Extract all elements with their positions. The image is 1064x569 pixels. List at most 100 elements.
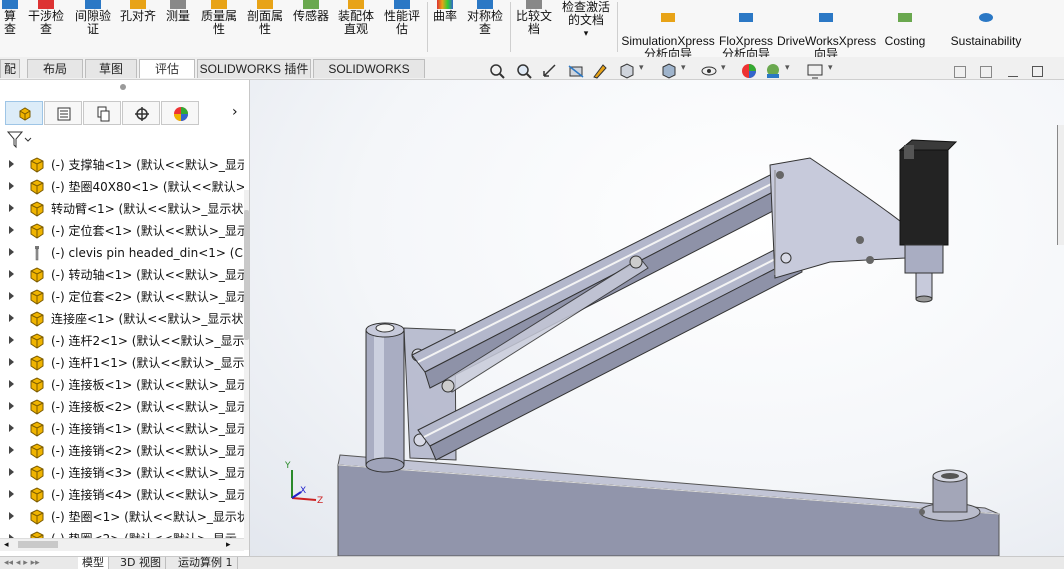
- expand-arrow-icon[interactable]: [9, 402, 14, 410]
- dropdown-arrow-icon[interactable]: ▾: [721, 63, 726, 73]
- dynamic-annotation-icon[interactable]: [591, 62, 609, 80]
- tree-item[interactable]: (-) 连接销<2> (默认<<默认>_显示: [0, 440, 244, 462]
- first-tab-icon[interactable]: ◂◂ ◂ ▸ ▸▸: [4, 557, 40, 569]
- tree-item[interactable]: (-) 连杆1<1> (默认<<默认>_显示: [0, 352, 244, 374]
- tree-item[interactable]: (-) 连接销<3> (默认<<默认>_显示: [0, 462, 244, 484]
- curvature-button[interactable]: 曲率: [430, 0, 460, 56]
- tree-item[interactable]: (-) 支撑轴<1> (默认<<默认>_显示: [0, 154, 244, 176]
- clearance-verification-button[interactable]: 间隙验 证: [71, 0, 115, 56]
- restore-window-icon[interactable]: [1032, 66, 1043, 77]
- dropdown-arrow-icon[interactable]: ▾: [558, 29, 614, 39]
- tab-configuration-manager[interactable]: [83, 101, 121, 125]
- dropdown-arrow-icon[interactable]: ▾: [828, 63, 833, 73]
- tab-layout[interactable]: 布局: [27, 59, 83, 78]
- display-style-icon[interactable]: [660, 62, 678, 80]
- ribbon-button-calc-check[interactable]: 算 查: [0, 0, 20, 56]
- expand-arrow-icon[interactable]: [9, 270, 14, 278]
- section-view-icon[interactable]: [567, 62, 585, 80]
- costing-button[interactable]: Costing: [879, 0, 931, 48]
- tab-model[interactable]: 模型: [78, 557, 109, 569]
- expand-arrow-icon[interactable]: [9, 358, 14, 366]
- dropdown-arrow-icon[interactable]: ▾: [785, 63, 790, 73]
- tab-assembly[interactable]: 配体: [0, 59, 20, 95]
- tab-display-manager[interactable]: [161, 101, 199, 125]
- section-properties-button[interactable]: 剖面属 性: [243, 0, 287, 56]
- previous-view-icon[interactable]: [541, 62, 559, 80]
- tree-item[interactable]: 转动臂<1> (默认<<默认>_显示状: [0, 198, 244, 220]
- tab-sketch[interactable]: 草图: [85, 59, 137, 78]
- task-pane-tab[interactable]: [1057, 125, 1064, 245]
- tree-item[interactable]: (-) 连接板<1> (默认<<默认>_显示: [0, 374, 244, 396]
- zoom-to-area-icon[interactable]: [515, 62, 533, 80]
- tab-evaluate[interactable]: 评估: [139, 59, 195, 78]
- tab-motion-study-1[interactable]: 运动算例 1: [174, 557, 238, 569]
- scroll-left-icon[interactable]: ◂: [4, 539, 9, 551]
- mass-properties-button[interactable]: 质量属 性: [197, 0, 241, 56]
- chevron-right-icon[interactable]: ›: [232, 104, 238, 120]
- expand-arrow-icon[interactable]: [9, 380, 14, 388]
- tree-item[interactable]: (-) 连杆2<1> (默认<<默认>_显示: [0, 330, 244, 352]
- tree-item[interactable]: (-) 定位套<2> (默认<<默认>_显示: [0, 286, 244, 308]
- scroll-right-icon[interactable]: ▸: [226, 539, 231, 551]
- pin-part-icon: [28, 245, 46, 261]
- tab-solidworks-mbd[interactable]: SOLIDWORKS MBD: [313, 59, 425, 95]
- panel-grip-dot[interactable]: [120, 84, 126, 90]
- tree-item[interactable]: (-) 垫圈40X80<1> (默认<<默认>: [0, 176, 244, 198]
- driveworksxpress-button[interactable]: DriveWorksXpress 向导: [777, 0, 876, 61]
- sensor-button[interactable]: 传感器: [289, 0, 333, 56]
- tree-item[interactable]: (-) 定位套<1> (默认<<默认>_显示: [0, 220, 244, 242]
- assembly-visualization-button[interactable]: 装配体 直观: [334, 0, 378, 56]
- dropdown-arrow-icon[interactable]: ▾: [681, 63, 686, 73]
- view-orientation-icon[interactable]: [618, 62, 636, 80]
- expand-arrow-icon[interactable]: [9, 468, 14, 476]
- check-active-document-button[interactable]: 检查激活 的文档 ▾: [558, 0, 614, 56]
- expand-arrow-icon[interactable]: [9, 182, 14, 190]
- minimize-window-icon[interactable]: [1008, 76, 1018, 77]
- expand-arrow-icon[interactable]: [9, 160, 14, 168]
- tree-item[interactable]: (-) 连接销<4> (默认<<默认>_显示: [0, 484, 244, 506]
- hole-alignment-button[interactable]: 孔对齐: [118, 0, 158, 56]
- sustainability-button[interactable]: Sustainability: [946, 0, 1026, 48]
- tree-item[interactable]: (-) 垫圈<1> (默认<<默认>_显示状: [0, 506, 244, 528]
- tree-scroll-thumb[interactable]: [244, 210, 249, 340]
- tab-dimxpert-manager[interactable]: [122, 101, 160, 125]
- tile-left-icon[interactable]: [954, 66, 966, 78]
- expand-arrow-icon[interactable]: [9, 204, 14, 212]
- expand-arrow-icon[interactable]: [9, 292, 14, 300]
- symmetry-check-button[interactable]: 对称检 查: [463, 0, 507, 56]
- expand-arrow-icon[interactable]: [9, 446, 14, 454]
- compare-documents-button[interactable]: 比较文 档: [513, 0, 555, 56]
- performance-evaluation-button[interactable]: 性能评 估: [380, 0, 424, 56]
- tree-item[interactable]: (-) 连接销<1> (默认<<默认>_显示: [0, 418, 244, 440]
- simulationxpress-button[interactable]: SimulationXpress 分析向导: [620, 0, 716, 61]
- tree-item[interactable]: (-) clevis pin headed_din<1> (C: [0, 242, 244, 264]
- expand-arrow-icon[interactable]: [9, 226, 14, 234]
- expand-arrow-icon[interactable]: [9, 424, 14, 432]
- filter-button[interactable]: [6, 130, 32, 150]
- tab-3d-views[interactable]: 3D 视图: [116, 557, 166, 569]
- expand-arrow-icon[interactable]: [9, 512, 14, 520]
- expand-arrow-icon[interactable]: [9, 314, 14, 322]
- dropdown-arrow-icon[interactable]: ▾: [639, 63, 644, 73]
- expand-arrow-icon[interactable]: [9, 248, 14, 256]
- horizontal-scroll-thumb[interactable]: [18, 541, 58, 548]
- floxpress-button[interactable]: FloXpress 分析向导: [718, 0, 774, 61]
- hide-show-items-icon[interactable]: [700, 62, 718, 80]
- tree-horizontal-scrollbar[interactable]: ◂ ▸: [0, 538, 244, 551]
- apply-scene-icon[interactable]: [764, 62, 782, 80]
- edit-appearance-icon[interactable]: [740, 62, 758, 80]
- graphics-area[interactable]: Y Z X: [250, 80, 1064, 556]
- tree-item[interactable]: (-) 连接板<2> (默认<<默认>_显示: [0, 396, 244, 418]
- expand-arrow-icon[interactable]: [9, 490, 14, 498]
- zoom-to-fit-icon[interactable]: [488, 62, 506, 80]
- tab-feature-manager[interactable]: [5, 101, 43, 125]
- tab-property-manager[interactable]: [44, 101, 82, 125]
- interference-detection-button[interactable]: 干涉检 查: [24, 0, 68, 56]
- tab-solidworks-addins[interactable]: SOLIDWORKS 插件: [197, 59, 311, 78]
- expand-arrow-icon[interactable]: [9, 336, 14, 344]
- tree-item[interactable]: (-) 转动轴<1> (默认<<默认>_显示: [0, 264, 244, 286]
- view-settings-icon[interactable]: [806, 62, 824, 80]
- tile-right-icon[interactable]: [980, 66, 992, 78]
- measure-button[interactable]: 测量: [161, 0, 195, 56]
- tree-item[interactable]: 连接座<1> (默认<<默认>_显示状: [0, 308, 244, 330]
